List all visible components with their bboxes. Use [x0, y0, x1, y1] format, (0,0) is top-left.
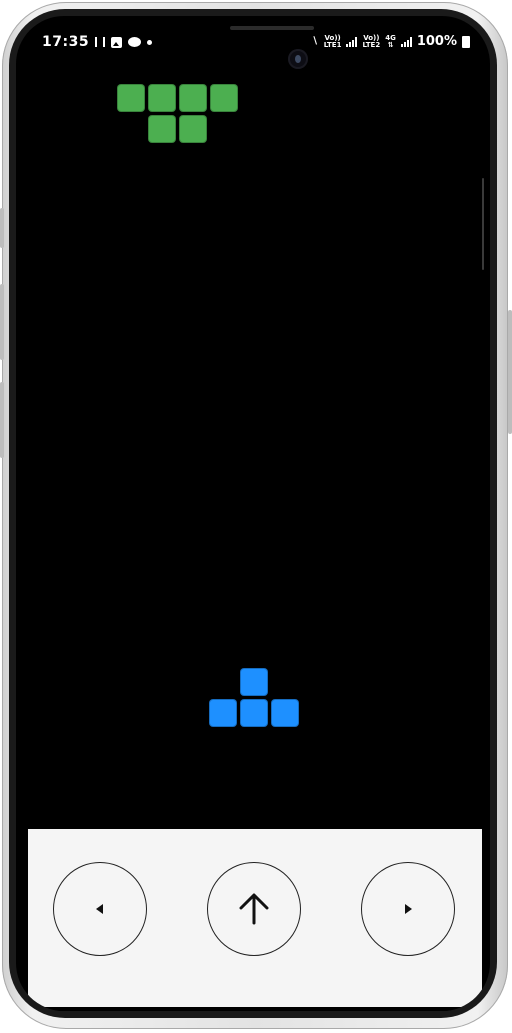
- falling-piece-block: [117, 84, 145, 112]
- falling-piece-block: [148, 84, 176, 112]
- battery-icon: [462, 35, 470, 48]
- chat-icon: [128, 37, 142, 47]
- notification-dot-icon: [147, 39, 153, 45]
- up-arrow-icon: [239, 893, 269, 925]
- battery-percentage: 100%: [416, 34, 457, 49]
- earpiece-speaker: [230, 26, 314, 30]
- status-right: ∖ Vo)) LTE1 Vo)) LTE2 4G ⇅ 100%: [312, 34, 470, 49]
- status-time: 17:35: [42, 34, 90, 50]
- player-piece-block: [271, 699, 299, 727]
- player-piece-block: [240, 699, 268, 727]
- controls-panel: [28, 829, 482, 1007]
- sim2-signal-icon: [400, 36, 412, 47]
- rotate-button[interactable]: [207, 862, 301, 956]
- phone-power-button: [508, 310, 512, 434]
- sim1-label: Vo)) LTE1: [323, 34, 342, 49]
- falling-piece-block: [210, 84, 238, 112]
- move-left-button[interactable]: [53, 862, 147, 956]
- phone-side-button: [0, 284, 4, 360]
- status-bar: 17:35 ∖ Vo)) LTE1 Vo)) LTE2 4G ⇅ 100%: [16, 34, 490, 56]
- front-camera: [288, 49, 308, 69]
- status-left: 17:35: [42, 34, 153, 50]
- mute-icon: ∖: [311, 36, 319, 47]
- scroll-indicator: [482, 178, 484, 270]
- player-piece-block: [240, 668, 268, 696]
- bottom-edge: [16, 1007, 490, 1011]
- sim2-label: Vo)) LTE2: [362, 34, 381, 49]
- move-right-button[interactable]: [361, 862, 455, 956]
- phone-side-button: [0, 208, 4, 248]
- gallery-icon: [111, 36, 123, 48]
- left-arrow-icon: [96, 904, 103, 914]
- network-type: 4G ⇅: [385, 33, 396, 49]
- falling-piece-block: [179, 84, 207, 112]
- phone-side-button: [0, 382, 4, 458]
- falling-piece-block: [179, 115, 207, 143]
- sim1-label-bottom: LTE1: [323, 40, 342, 49]
- falling-piece-block: [148, 115, 176, 143]
- right-arrow-icon: [405, 904, 412, 914]
- player-piece-block: [209, 699, 237, 727]
- screen-record-icon: [95, 37, 106, 47]
- sim1-signal-icon: [346, 36, 358, 47]
- game-screen[interactable]: 17:35 ∖ Vo)) LTE1 Vo)) LTE2 4G ⇅ 100%: [16, 16, 490, 1011]
- sim2-label-bottom: LTE2: [362, 40, 381, 49]
- network-type-label: 4G: [385, 33, 396, 42]
